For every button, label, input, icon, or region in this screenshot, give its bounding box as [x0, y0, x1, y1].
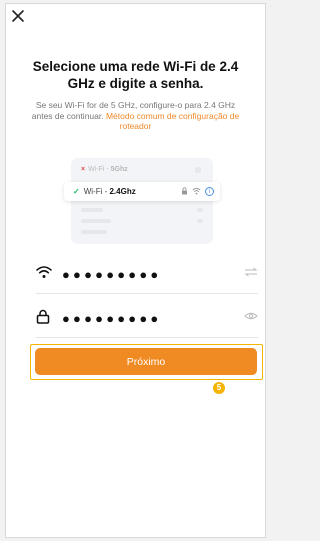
illustration-24ghz-prefix: Wi-Fi -: [83, 187, 110, 196]
placeholder-bar: [81, 230, 107, 234]
lock-icon: [36, 309, 50, 324]
close-button[interactable]: [11, 9, 25, 23]
small-lock-icon: [182, 187, 188, 195]
illustration-5ghz-band: 5Ghz: [110, 166, 128, 173]
page-title: Selecione uma rede Wi-Fi de 2.4 GHz e di…: [32, 59, 239, 91]
next-button-highlight: Próximo: [30, 344, 263, 380]
placeholder-bar: [81, 208, 103, 212]
wifi-name-value: ●●●●●●●●●: [62, 267, 162, 282]
field-underline: [36, 293, 258, 294]
wifi-band-illustration: × Wi-Fi - 5Ghz ✓ Wi-Fi - 2.4Ghz i: [64, 158, 220, 244]
password-value: ●●●●●●●●●: [62, 311, 162, 326]
placeholder-bar: [197, 219, 203, 223]
screen: Selecione uma rede Wi-Fi de 2.4 GHz e di…: [5, 3, 266, 538]
placeholder-bar: [81, 219, 111, 223]
placeholder-bar: [197, 208, 203, 212]
small-wifi-icon: [192, 188, 201, 195]
subtitle: Se seu Wi-Fi for de 5 GHz, configure-o p…: [26, 100, 245, 132]
illustration-row-24ghz: ✓ Wi-Fi - 2.4Ghz i: [64, 182, 220, 201]
step-badge: 5: [213, 382, 225, 394]
illustration-5ghz-prefix: Wi-Fi -: [88, 166, 111, 173]
x-mark-icon: ×: [81, 166, 86, 173]
wifi-icon: [36, 266, 52, 278]
swap-icon: [244, 267, 258, 277]
info-icon: i: [205, 187, 214, 196]
placeholder-dot: [195, 167, 201, 173]
field-underline: [36, 337, 258, 338]
next-button[interactable]: Próximo: [35, 348, 257, 375]
illustration-row-5ghz: × Wi-Fi - 5Ghz: [77, 163, 207, 177]
password-field[interactable]: ●●●●●●●●●: [36, 305, 258, 338]
network-status-icons: i: [181, 182, 214, 201]
check-icon: ✓: [73, 187, 80, 196]
close-icon: [12, 10, 24, 22]
wifi-name-field[interactable]: ●●●●●●●●●: [36, 261, 258, 294]
illustration-24ghz-band: 2.4Ghz: [109, 187, 136, 196]
router-config-link[interactable]: Método comum de configuração de roteador: [106, 111, 239, 132]
eye-icon: [244, 312, 258, 320]
